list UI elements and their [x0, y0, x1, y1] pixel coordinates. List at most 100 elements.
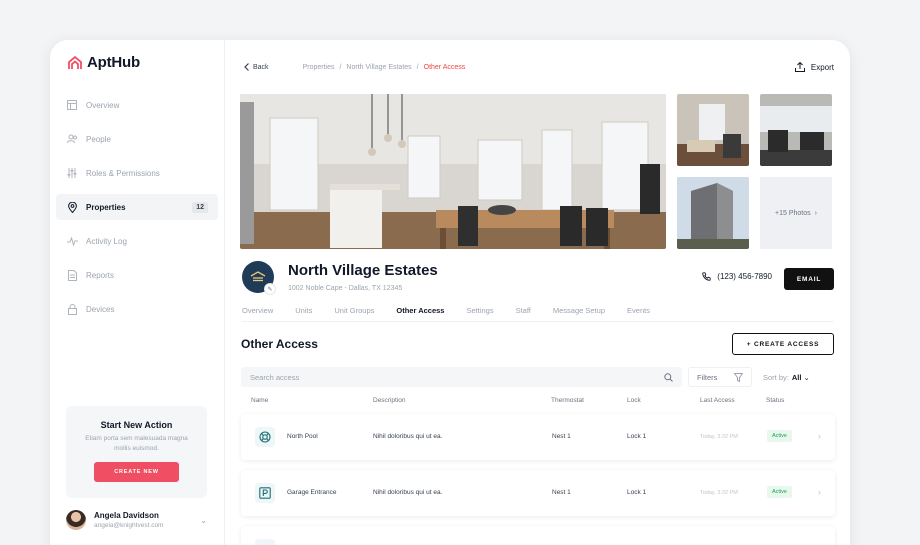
action-card-title: Start New Action: [100, 420, 173, 430]
table-row[interactable]: North Pool Nihil doloribus qui ut ea. Ne…: [241, 414, 835, 460]
breadcrumb-properties[interactable]: Properties: [303, 64, 335, 71]
avatar: [66, 510, 86, 530]
phone-number: (123) 456-7890: [717, 272, 772, 281]
top-bar: Back Properties / North Village Estates …: [244, 62, 834, 72]
breadcrumb-separator: /: [416, 63, 419, 71]
sidebar-item-overview[interactable]: Overview: [56, 92, 218, 118]
building-logo-icon: [250, 271, 266, 282]
location-pin-icon: [66, 201, 78, 213]
tab-units[interactable]: Units: [295, 306, 312, 321]
gallery-thumbnail[interactable]: [677, 177, 749, 249]
tab-settings[interactable]: Settings: [466, 306, 493, 321]
filter-icon: [734, 372, 743, 382]
breadcrumb-property[interactable]: North Village Estates: [346, 64, 411, 71]
upload-icon: [794, 62, 805, 72]
parking-icon: [255, 483, 275, 503]
sidebar-item-label: Roles & Permissions: [86, 168, 160, 178]
sidebar-item-people[interactable]: People: [56, 126, 218, 152]
chevron-down-icon[interactable]: ⌄: [200, 516, 207, 525]
search-input[interactable]: Search access: [241, 367, 682, 387]
export-button[interactable]: Export: [794, 62, 834, 72]
row-thermostat: Nest 1: [552, 433, 571, 440]
column-header-description[interactable]: Description: [373, 397, 406, 404]
count-badge: 12: [192, 201, 208, 213]
tab-message-setup[interactable]: Message Setup: [553, 306, 605, 321]
chevron-right-icon[interactable]: ›: [818, 487, 821, 497]
sliders-icon: [66, 167, 78, 179]
hero-photo[interactable]: [240, 94, 666, 249]
house-logo-icon: [68, 55, 82, 69]
row-thermostat: Nest 1: [552, 489, 571, 496]
breadcrumb-separator: /: [339, 63, 342, 71]
layout-icon: [66, 99, 78, 111]
user-name: Angela Davidson: [94, 511, 159, 520]
back-button[interactable]: Back: [244, 63, 269, 71]
sidebar-item-properties[interactable]: Properties 12: [56, 194, 218, 220]
lock-icon: [66, 303, 78, 315]
app-logo[interactable]: AptHub: [67, 54, 140, 71]
export-label: Export: [810, 62, 834, 72]
sidebar-item-devices[interactable]: Devices: [56, 296, 218, 322]
pool-icon: [255, 427, 275, 447]
sidebar-item-label: People: [86, 134, 111, 144]
status-badge: Active: [767, 430, 792, 442]
sidebar-item-reports[interactable]: Reports: [56, 262, 218, 288]
gallery-thumbnail[interactable]: [760, 94, 832, 166]
action-card-description: Etiam porta sem malesuada magna mollis e…: [85, 435, 188, 452]
column-header-status[interactable]: Status: [766, 397, 784, 404]
edit-logo-icon[interactable]: ✎: [264, 283, 276, 295]
tab-other-access[interactable]: Other Access: [396, 306, 444, 321]
sidebar-item-roles[interactable]: Roles & Permissions: [56, 160, 218, 186]
chevron-right-icon[interactable]: ›: [818, 431, 821, 441]
app-window: AptHub Overview People Roles & Permissio…: [50, 40, 850, 545]
column-header-name[interactable]: Name: [251, 397, 268, 404]
tab-staff[interactable]: Staff: [516, 306, 531, 321]
email-button[interactable]: EMAIL: [784, 268, 834, 290]
search-placeholder: Search access: [250, 372, 300, 382]
row-description: Nihil doloribus qui ut ea.: [373, 433, 443, 440]
sort-dropdown[interactable]: Sort by: All ⌄: [763, 373, 810, 382]
table-row[interactable]: [241, 526, 835, 545]
sidebar-item-label: Overview: [86, 100, 120, 110]
row-lock: Lock 1: [627, 433, 647, 440]
gallery-thumbnail[interactable]: [677, 94, 749, 166]
tab-unit-groups[interactable]: Unit Groups: [334, 306, 374, 321]
property-tabs: Overview Units Unit Groups Other Access …: [242, 306, 834, 322]
access-icon: [255, 539, 275, 545]
back-label: Back: [253, 63, 269, 71]
row-lock: Lock 1: [627, 489, 647, 496]
sidebar-item-activity-log[interactable]: Activity Log: [56, 228, 218, 254]
filters-button[interactable]: Filters: [688, 367, 752, 387]
property-address: 1002 Noble Cape - Dallas, TX 12345: [288, 285, 403, 292]
table-row[interactable]: Garage Entrance Nihil doloribus qui ut e…: [241, 470, 835, 516]
sidebar-item-label: Activity Log: [86, 236, 127, 246]
column-header-thermostat[interactable]: Thermostat: [551, 397, 584, 404]
tab-events[interactable]: Events: [627, 306, 650, 321]
status-badge: Active: [767, 486, 792, 498]
activity-icon: [66, 235, 78, 247]
chevron-down-icon: ⌄: [803, 373, 810, 382]
property-header: ✎ North Village Estates 1002 Noble Cape …: [240, 261, 834, 297]
user-profile[interactable]: Angela Davidson angela@knightvest.com ⌄: [66, 510, 207, 530]
chevron-right-icon: ›: [814, 209, 817, 217]
column-header-last-access[interactable]: Last Access: [700, 397, 735, 404]
row-name: Garage Entrance: [287, 489, 337, 496]
create-new-button[interactable]: CREATE NEW: [94, 462, 179, 482]
property-name: North Village Estates: [288, 262, 438, 279]
column-header-lock[interactable]: Lock: [627, 397, 641, 404]
more-photos-button[interactable]: +15 Photos ›: [760, 177, 832, 249]
sidebar-item-label: Properties: [86, 202, 126, 212]
breadcrumb-current: Other Access: [423, 63, 466, 71]
section-title: Other Access: [241, 337, 318, 351]
row-last-access: Today, 3:32 PM: [700, 490, 738, 496]
row-description: Nihil doloribus qui ut ea.: [373, 489, 443, 496]
phone-link[interactable]: (123) 456-7890: [702, 272, 772, 281]
tab-overview[interactable]: Overview: [242, 306, 273, 321]
sort-label: Sort by:: [763, 373, 789, 382]
create-access-button[interactable]: + CREATE ACCESS: [732, 333, 834, 355]
photo-gallery: +15 Photos ›: [240, 94, 834, 249]
user-email: angela@knightvest.com: [94, 522, 164, 529]
search-icon[interactable]: [664, 372, 673, 382]
sort-value: All: [791, 373, 802, 382]
main-content: Back Properties / North Village Estates …: [225, 40, 850, 545]
